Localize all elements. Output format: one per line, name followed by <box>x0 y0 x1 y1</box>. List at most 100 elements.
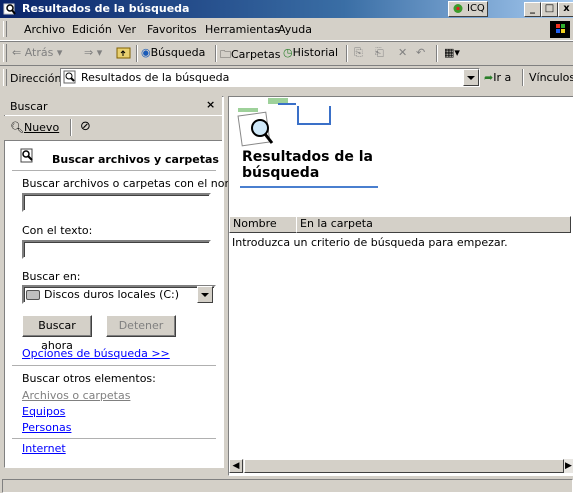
location-value: Discos duros locales (C:) <box>44 288 180 301</box>
address-bar: Dirección Resultados de la búsqueda ➦Ir … <box>0 65 573 90</box>
menu-favoritos[interactable]: Favoritos <box>147 23 197 36</box>
new-search-button[interactable]: 🔍︎Nuevo <box>10 121 59 134</box>
copy-to-icon: ⎗ <box>375 46 384 59</box>
history-button[interactable]: ◷Historial <box>283 46 338 59</box>
undo-button[interactable]: ↶ <box>416 46 425 59</box>
name-label: Buscar archivos o carpetas con el nombre… <box>22 177 257 190</box>
menu-archivo[interactable]: Archivo <box>24 23 65 36</box>
internet-link[interactable]: Internet <box>22 442 66 455</box>
hard-drive-icon <box>26 290 40 300</box>
views-button[interactable]: ▦▾ <box>444 46 460 59</box>
location-label: Buscar en: <box>22 270 81 283</box>
close-button[interactable]: x <box>558 2 573 17</box>
search-pane-heading: Buscar archivos y carpetas <box>52 153 219 166</box>
toolbar-grip <box>3 44 7 62</box>
address-label: Dirección <box>10 72 62 85</box>
folders-label: Carpetas <box>231 48 281 61</box>
search-now-button[interactable]: Buscar ahora <box>22 315 92 352</box>
up-folder-button[interactable] <box>116 45 132 60</box>
search-banner-icon <box>230 98 340 150</box>
back-button[interactable]: ⇐ Atrás ▾ <box>12 46 62 59</box>
window-title: Resultados de la búsqueda <box>22 2 190 15</box>
location-dropdown-button[interactable] <box>197 286 213 303</box>
close-pane-icon[interactable]: × <box>206 98 215 111</box>
forward-arrow-icon: ⇒ <box>84 46 94 59</box>
search-options-link[interactable]: Opciones de búsqueda >> <box>22 347 170 360</box>
move-to-icon: ⎘ <box>354 46 363 59</box>
location-select[interactable]: Discos duros locales (C:) <box>22 285 216 304</box>
status-text <box>2 479 573 493</box>
text-label: Con el texto: <box>22 224 93 237</box>
address-field[interactable]: Resultados de la búsqueda <box>60 68 480 87</box>
forward-button[interactable]: ⇒ ▾ <box>84 46 102 59</box>
column-header-name[interactable]: Nombre <box>229 216 297 233</box>
find-files-icon <box>20 148 33 163</box>
scroll-left-button[interactable]: ◀ <box>229 459 243 473</box>
stop-button[interactable]: Detener <box>106 315 176 337</box>
search-globe-icon: ◉ <box>141 46 151 59</box>
toolbar-separator <box>436 45 438 62</box>
views-grid-icon: ▦ <box>444 46 455 59</box>
go-button[interactable]: ➦Ir a <box>484 71 511 84</box>
status-bar <box>0 477 573 493</box>
title-bar: Resultados de la búsqueda ICQ _ □ x <box>0 0 573 18</box>
scrollbar-thumb[interactable] <box>244 459 564 473</box>
new-search-label: Nuevo <box>23 121 60 134</box>
back-arrow-icon: ⇐ <box>12 46 22 59</box>
toolbar-separator <box>136 45 138 62</box>
other-items-label: Buscar otros elementos: <box>22 372 156 385</box>
icq-tray-button[interactable]: ICQ <box>448 1 488 17</box>
address-dropdown-button[interactable] <box>463 69 479 86</box>
maximize-button[interactable]: □ <box>541 2 558 17</box>
menu-ayuda[interactable]: Ayuda <box>278 23 312 36</box>
people-link[interactable]: Personas <box>22 421 71 434</box>
search-results-icon <box>63 70 76 84</box>
minimize-button[interactable]: _ <box>524 2 541 17</box>
standard-toolbar: ⇐ Atrás ▾ ⇒ ▾ ◉Búsqueda 🗀Carpetas ◷Histo… <box>0 41 573 66</box>
move-to-button[interactable]: ⎘ <box>354 46 363 60</box>
back-label: Atrás <box>24 46 54 59</box>
menu-ver[interactable]: Ver <box>118 23 136 36</box>
search-label: Búsqueda <box>150 46 206 59</box>
menu-grip <box>3 21 7 37</box>
search-pane-toolbar: 🔍︎Nuevo ⊘ <box>4 116 222 141</box>
toolbar-separator <box>70 119 72 136</box>
up-folder-icon <box>116 47 131 59</box>
horizontal-scrollbar[interactable]: ◀ ▶ <box>229 459 573 473</box>
search-button[interactable]: ◉Búsqueda <box>141 46 205 59</box>
delete-x-icon: ✕ <box>398 46 408 59</box>
search-pane-header: Buscar × <box>4 96 222 115</box>
go-label: Ir a <box>493 71 512 84</box>
history-clock-icon: ◷ <box>283 46 293 59</box>
new-search-icon: 🔍︎ <box>10 121 24 134</box>
options-divider <box>12 365 216 366</box>
search-pane-title: Buscar <box>10 100 48 113</box>
menu-herramientas[interactable]: Herramientas <box>205 23 280 36</box>
computers-link[interactable]: Equipos <box>22 405 65 418</box>
toolbar-separator <box>215 45 217 62</box>
title-underline <box>240 186 378 188</box>
links-button[interactable]: Vínculos » <box>529 71 573 84</box>
name-input[interactable] <box>22 193 211 212</box>
column-header-folder[interactable]: En la carpeta <box>296 216 571 233</box>
toolbar-separator <box>522 69 524 86</box>
text-input[interactable] <box>22 240 211 259</box>
copy-to-button[interactable]: ⎗ <box>375 46 384 60</box>
heading-divider <box>12 170 216 171</box>
files-folders-link[interactable]: Archivos o carpetas <box>22 389 130 402</box>
toolbar-separator <box>346 45 348 62</box>
undo-icon: ↶ <box>416 46 426 59</box>
menu-bar: Archivo Edición Ver Favoritos Herramient… <box>0 18 573 41</box>
scroll-right-button[interactable]: ▶ <box>565 459 573 473</box>
icq-label: ICQ <box>467 3 485 14</box>
menu-edicion[interactable]: Edición <box>72 23 112 36</box>
history-label: Historial <box>292 46 339 59</box>
address-value: Resultados de la búsqueda <box>81 71 230 84</box>
address-grip <box>3 69 7 86</box>
search-assistant-icon[interactable]: ⊘ <box>80 119 91 134</box>
folders-button[interactable]: 🗀Carpetas <box>220 46 280 65</box>
go-arrow-icon: ➦ <box>484 71 494 84</box>
windows-logo-icon <box>550 21 570 38</box>
delete-button[interactable]: ✕ <box>398 46 407 59</box>
results-title: Resultados de la búsqueda <box>242 149 373 181</box>
